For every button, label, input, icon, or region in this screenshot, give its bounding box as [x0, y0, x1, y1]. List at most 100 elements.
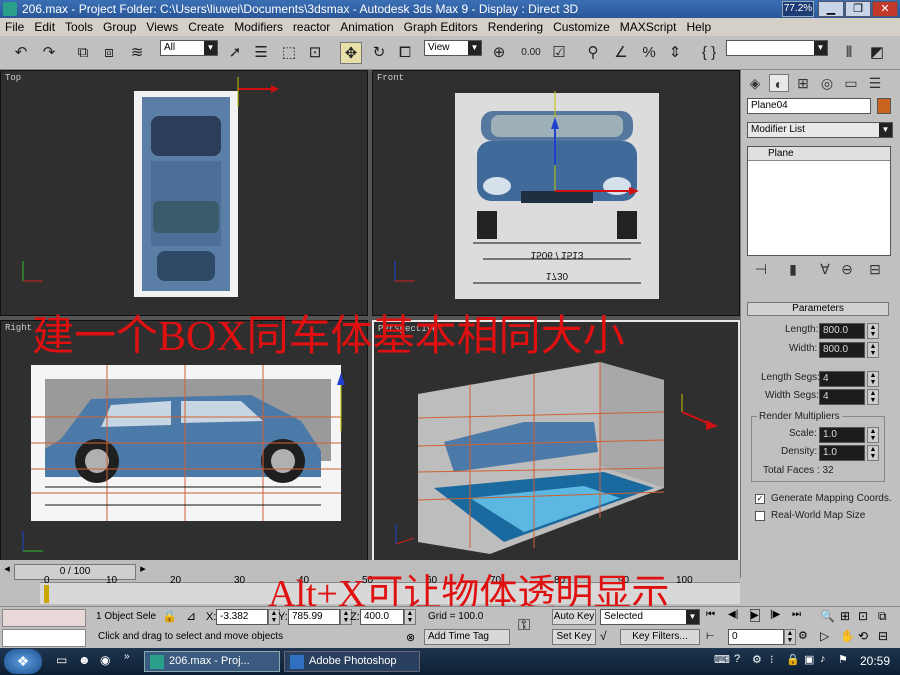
spinner-snap-icon[interactable]: ⇕ [664, 42, 686, 64]
align-icon[interactable]: ◩ [866, 42, 888, 64]
arc-rotate-icon[interactable]: ⟲ [858, 629, 868, 643]
select-and-rotate-icon[interactable]: ↻ [368, 42, 390, 64]
pin-stack-icon[interactable]: ⊣ [751, 260, 771, 278]
menu-views[interactable]: Views [141, 18, 183, 36]
selection-lock-icon[interactable]: 🔒 [162, 609, 177, 623]
width-segs-spinner[interactable]: ▲ ▼ [867, 389, 879, 405]
select-and-move-icon[interactable]: ✥ [340, 42, 362, 64]
density-spinner[interactable]: ▲ ▼ [867, 445, 879, 461]
display-tab-icon[interactable]: ▭ [841, 74, 861, 92]
length-segs-field[interactable]: 4 [819, 371, 865, 387]
zoom-all-icon[interactable]: ⊞ [840, 609, 850, 623]
hierarchy-tab-icon[interactable]: ⊞ [793, 74, 813, 92]
rectangular-selection-icon[interactable]: ⬚ [278, 42, 300, 64]
menu-modifiers[interactable]: Modifiers [229, 18, 288, 36]
motion-tab-icon[interactable]: ◎ [817, 74, 837, 92]
stack-item-plane[interactable]: Plane [748, 147, 890, 161]
width-field[interactable]: 800.0 [819, 342, 865, 358]
parameters-rollout-header[interactable]: Parameters [747, 302, 889, 316]
menu-create[interactable]: Create [183, 18, 229, 36]
menu-reactor[interactable]: reactor [288, 18, 335, 36]
add-time-tag-button[interactable]: Add Time Tag [424, 629, 510, 645]
viewport-front[interactable]: Front 1506 / 1513 1730 [372, 70, 740, 316]
object-color-swatch[interactable] [877, 98, 891, 114]
select-object-icon[interactable]: ➚ [224, 42, 246, 64]
start-button-icon[interactable]: ❖ [4, 649, 42, 674]
key-tangent-icon[interactable]: √ [600, 629, 607, 643]
keyboard-tray-icon[interactable]: ⌨ [714, 653, 730, 666]
undo-icon[interactable]: ↶ [10, 42, 32, 64]
key-filters-button[interactable]: Key Filters... [620, 629, 700, 645]
maximize-icon[interactable]: ❐ [845, 1, 871, 17]
pivot-center-icon[interactable]: ⊕ [488, 42, 510, 64]
browser-icon[interactable]: ◉ [100, 653, 110, 667]
z-spinner[interactable]: ▲ ▼ [404, 609, 416, 625]
frame-spinner[interactable]: ▲ ▼ [784, 629, 796, 645]
percent-snap-icon[interactable]: % [638, 42, 660, 64]
window-crossing-icon[interactable]: ⊡ [304, 42, 326, 64]
zoom-extents-all-icon[interactable]: ⧉ [878, 609, 887, 624]
scale-spinner[interactable]: ▲ ▼ [867, 427, 879, 443]
set-key-button[interactable]: Set Key [552, 629, 596, 645]
flag-tray-icon[interactable]: ⚑ [838, 653, 848, 666]
previous-key-icon[interactable]: ◀| [728, 609, 738, 620]
zoom-extents-icon[interactable]: ⊡ [858, 609, 868, 623]
time-slider[interactable]: 0 / 100 [14, 564, 136, 580]
make-unique-icon[interactable]: ∀ [815, 260, 835, 278]
x-coordinate-field[interactable]: -3.382 [216, 609, 268, 625]
time-tag-icon[interactable]: ⊗ [406, 631, 415, 644]
next-key-icon[interactable]: |▶ [770, 609, 780, 620]
mirror-icon[interactable]: ⫴ [838, 42, 860, 64]
real-world-map-checkbox[interactable] [755, 511, 765, 521]
width-segs-field[interactable]: 4 [819, 389, 865, 405]
key-mode-toggle-icon[interactable]: ⊢ [706, 631, 715, 642]
generate-mapping-checkbox[interactable]: ✓ [755, 494, 765, 504]
width-spinner[interactable]: ▲ ▼ [867, 342, 879, 358]
select-by-name-icon[interactable]: ☰ [250, 42, 272, 64]
y-coordinate-field[interactable]: 785.99 [288, 609, 340, 625]
go-to-end-icon[interactable]: ⏭ [792, 609, 801, 620]
go-to-start-icon[interactable]: ⏮ [706, 609, 715, 620]
current-frame-field[interactable]: 0 [728, 629, 784, 645]
menu-edit[interactable]: Edit [29, 18, 60, 36]
menu-graph-editors[interactable]: Graph Editors [399, 18, 483, 36]
menu-help[interactable]: Help [681, 18, 716, 36]
zoom-icon[interactable]: 🔍 [820, 609, 835, 623]
quick-launch-expand-icon[interactable]: » [124, 651, 130, 662]
key-icon[interactable]: ⚿ [518, 617, 530, 635]
network-tray-icon[interactable]: ▣ [804, 653, 814, 666]
menu-maxscript[interactable]: MAXScript [615, 18, 682, 36]
remove-modifier-icon[interactable]: ⊖ [837, 260, 857, 278]
select-manipulate-icon[interactable]: ☑ [548, 42, 570, 64]
modifier-list-dropdown[interactable]: Modifier List ▼ [747, 122, 893, 138]
menu-group[interactable]: Group [98, 18, 141, 36]
prev-frame-icon[interactable]: ◂ [0, 562, 14, 576]
menu-tools[interactable]: Tools [60, 18, 98, 36]
maximize-viewport-icon[interactable]: ⊟ [878, 629, 888, 643]
input-method-tray-icon[interactable]: ⁝ [770, 653, 774, 666]
unlink-icon[interactable]: ⧈ [98, 42, 120, 64]
length-spinner[interactable]: ▲ ▼ [867, 323, 879, 339]
minimize-icon[interactable]: ▁ [818, 1, 844, 17]
reference-coord-dropdown[interactable]: View ▼ [424, 40, 482, 56]
security-tray-icon[interactable]: 🔒 [786, 653, 800, 666]
select-and-scale-icon[interactable]: ⧠ [394, 42, 416, 64]
absolute-mode-icon[interactable]: ⊿ [186, 609, 196, 623]
menu-animation[interactable]: Animation [335, 18, 398, 36]
named-selection-icon[interactable]: { } [698, 42, 720, 64]
scale-field[interactable]: 1.0 [819, 427, 865, 443]
snap-toggle-icon[interactable]: ⚲ [582, 42, 604, 64]
redo-icon[interactable]: ↷ [38, 42, 60, 64]
auto-key-button[interactable]: Auto Key [552, 609, 596, 625]
next-frame-icon[interactable]: ▸ [136, 562, 150, 576]
clock[interactable]: 20:59 [860, 654, 890, 668]
menu-file[interactable]: File [0, 18, 29, 36]
menu-rendering[interactable]: Rendering [483, 18, 548, 36]
menu-customize[interactable]: Customize [548, 18, 615, 36]
key-mode-dropdown[interactable]: Selected ▼ [600, 609, 700, 625]
show-end-result-icon[interactable]: ▮ [783, 260, 803, 278]
named-selection-dropdown[interactable]: ▼ [726, 40, 828, 56]
close-icon[interactable]: ✕ [872, 1, 898, 17]
object-name-field[interactable]: Plane04 [747, 98, 871, 114]
mirror-spinner-icon[interactable]: 0.00 [520, 42, 542, 64]
